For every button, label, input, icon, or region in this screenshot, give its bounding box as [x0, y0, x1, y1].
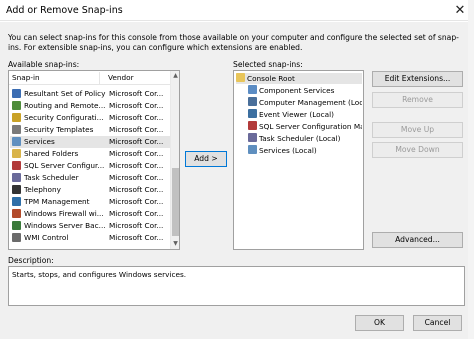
- snapin-name: SQL Server Configur...: [24, 161, 105, 170]
- tree-item-label: SQL Server Configuration Mana: [259, 122, 362, 131]
- snapin-row[interactable]: SQL Server Configur... Microsoft Cor...: [10, 160, 170, 172]
- component-services-icon: [248, 85, 257, 94]
- snapin-row[interactable]: Routing and Remote... Microsoft Cor...: [10, 100, 170, 112]
- snapin-vendor: Microsoft Cor...: [109, 149, 164, 158]
- snapin-vendor: Microsoft Cor...: [109, 101, 164, 110]
- snapin-vendor: Microsoft Cor...: [109, 185, 164, 194]
- scroll-down-icon[interactable]: ▼: [171, 239, 180, 249]
- available-list-header: Snap-in Vendor: [9, 71, 170, 85]
- snapin-row[interactable]: WMI Control Microsoft Cor...: [10, 232, 170, 244]
- add-button[interactable]: Add >: [185, 151, 227, 167]
- event-viewer-icon: [248, 109, 257, 118]
- scroll-up-icon[interactable]: ▲: [171, 71, 180, 81]
- advanced-button[interactable]: Advanced...: [372, 232, 463, 248]
- tree-item-label: Task Scheduler (Local): [259, 134, 341, 143]
- tree-item-label: Computer Management (Local): [259, 98, 362, 107]
- tree-root-label: Console Root: [247, 74, 295, 83]
- column-vendor[interactable]: Vendor: [108, 73, 134, 82]
- tree-item-label: Event Viewer (Local): [259, 110, 334, 119]
- folder-icon: [236, 73, 245, 82]
- intro-text: You can select snap-ins for this console…: [8, 33, 459, 52]
- snapin-vendor: Microsoft Cor...: [109, 89, 164, 98]
- tree-item[interactable]: Event Viewer (Local): [248, 109, 362, 120]
- snapin-vendor: Microsoft Cor...: [109, 221, 164, 230]
- move-down-button[interactable]: Move Down: [372, 142, 463, 158]
- window-title: Add or Remove Snap-ins: [6, 5, 123, 16]
- snapin-vendor: Microsoft Cor...: [109, 209, 164, 218]
- available-list-scrollbar[interactable]: ▲ ▼: [170, 71, 179, 249]
- snapin-name: Security Templates: [24, 125, 94, 134]
- snapin-name: Security Configurati...: [24, 113, 104, 122]
- snapin-name: Windows Server Bac...: [24, 221, 106, 230]
- scheduler-icon: [12, 173, 21, 182]
- snapin-name: WMI Control: [24, 233, 69, 242]
- tpm-icon: [12, 197, 21, 206]
- tree-root-console[interactable]: Console Root: [236, 73, 362, 84]
- snapin-row[interactable]: Task Scheduler Microsoft Cor...: [10, 172, 170, 184]
- services-gear-icon: [248, 145, 257, 154]
- tree-item[interactable]: Computer Management (Local): [248, 97, 362, 108]
- snapin-row[interactable]: Windows Server Bac... Microsoft Cor...: [10, 220, 170, 232]
- cancel-button[interactable]: Cancel: [413, 315, 462, 331]
- sql-icon: [248, 121, 257, 130]
- shared-folder-icon: [12, 149, 21, 158]
- snapin-vendor: Microsoft Cor...: [109, 173, 164, 182]
- snapin-row[interactable]: Windows Firewall wi... Microsoft Cor...: [10, 208, 170, 220]
- snapin-row[interactable]: TPM Management Microsoft Cor...: [10, 196, 170, 208]
- snapin-row[interactable]: Security Configurati... Microsoft Cor...: [10, 112, 170, 124]
- tree-item-label: Services (Local): [259, 146, 317, 155]
- snapin-row[interactable]: Shared Folders Microsoft Cor...: [10, 148, 170, 160]
- snapin-name: TPM Management: [24, 197, 90, 206]
- snapin-vendor: Microsoft Cor...: [109, 197, 164, 206]
- scheduler-icon: [248, 133, 257, 142]
- snapin-vendor: Microsoft Cor...: [109, 137, 164, 146]
- description-label: Description:: [8, 256, 54, 265]
- firewall-icon: [12, 209, 21, 218]
- security-template-icon: [12, 125, 21, 134]
- snapin-vendor: Microsoft Cor...: [109, 113, 164, 122]
- backup-icon: [12, 221, 21, 230]
- tree-item[interactable]: Component Services: [248, 85, 362, 96]
- snapin-name: Windows Firewall wi...: [24, 209, 104, 218]
- column-snapin[interactable]: Snap-in: [12, 73, 40, 82]
- sql-icon: [12, 161, 21, 170]
- routing-icon: [12, 101, 21, 110]
- policy-icon: [12, 89, 21, 98]
- selected-snapins-label: Selected snap-ins:: [233, 60, 303, 69]
- tree-item[interactable]: Services (Local): [248, 145, 362, 156]
- wmi-icon: [12, 233, 21, 242]
- snapin-row[interactable]: Services Microsoft Cor...: [10, 136, 170, 148]
- scroll-thumb[interactable]: [172, 168, 179, 236]
- ok-button[interactable]: OK: [355, 315, 404, 331]
- snapin-vendor: Microsoft Cor...: [109, 233, 164, 242]
- snapin-row[interactable]: Resultant Set of Policy Microsoft Cor...: [10, 88, 170, 100]
- snapin-name: Resultant Set of Policy: [24, 89, 106, 98]
- computer-management-icon: [248, 97, 257, 106]
- window-edge: [468, 0, 474, 339]
- description-text: Starts, stops, and configures Windows se…: [12, 270, 187, 279]
- snapin-name: Routing and Remote...: [24, 101, 106, 110]
- snapin-row[interactable]: Telephony Microsoft Cor...: [10, 184, 170, 196]
- move-up-button[interactable]: Move Up: [372, 122, 463, 138]
- services-gear-icon: [12, 137, 21, 146]
- snapin-name: Telephony: [24, 185, 61, 194]
- available-snapins-label: Available snap-ins:: [8, 60, 80, 69]
- snapin-vendor: Microsoft Cor...: [109, 161, 164, 170]
- tree-item-label: Component Services: [259, 86, 335, 95]
- telephony-icon: [12, 185, 21, 194]
- column-divider[interactable]: [99, 72, 100, 84]
- tree-item[interactable]: SQL Server Configuration Mana: [248, 121, 362, 132]
- tree-item[interactable]: Task Scheduler (Local): [248, 133, 362, 144]
- snapin-row[interactable]: Security Templates Microsoft Cor...: [10, 124, 170, 136]
- snapin-name: Shared Folders: [24, 149, 79, 158]
- snapin-vendor: Microsoft Cor...: [109, 125, 164, 134]
- snapin-name: Services: [24, 137, 55, 146]
- edit-extensions-button[interactable]: Edit Extensions...: [372, 71, 463, 87]
- remove-button[interactable]: Remove: [372, 92, 463, 108]
- snapin-name: Task Scheduler: [24, 173, 79, 182]
- security-config-icon: [12, 113, 21, 122]
